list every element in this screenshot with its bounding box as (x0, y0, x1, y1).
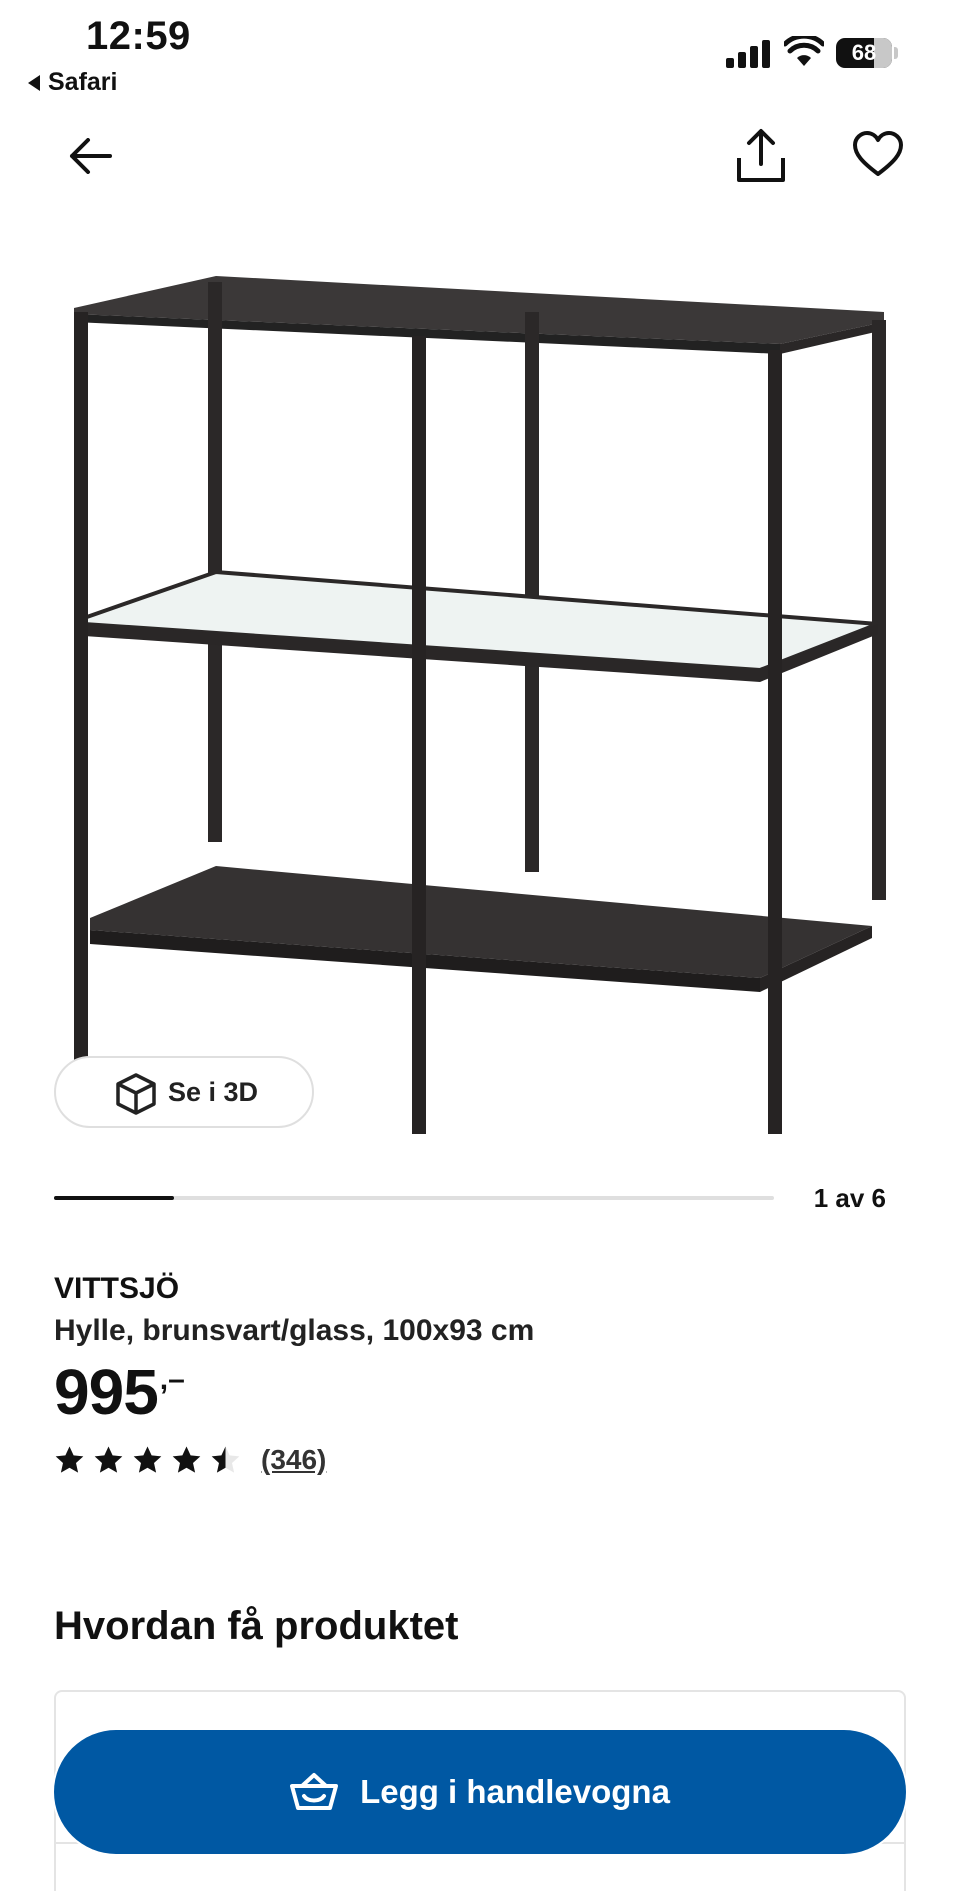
cube-3d-icon (116, 1073, 156, 1115)
back-to-app-link[interactable]: Safari (28, 68, 117, 97)
product-description: Hylle, brunsvart/glass, 100x93 cm (54, 1314, 535, 1347)
add-to-cart-label: Legg i handlevogna (360, 1773, 670, 1810)
status-time: 12:59 (86, 14, 191, 58)
rating-stars (54, 1445, 241, 1476)
section-title: Hvordan få produktet (54, 1604, 459, 1648)
status-bar: 12:59 Safari 68 (0, 0, 960, 100)
view-in-3d-button[interactable]: Se i 3D (54, 1056, 314, 1128)
product-rating[interactable]: (346) (54, 1440, 326, 1480)
battery-level-text: 68 (851, 40, 877, 65)
favorite-button[interactable] (852, 130, 904, 182)
review-count-link[interactable]: (346) (261, 1444, 326, 1476)
star-icon (133, 1446, 162, 1473)
gallery-counter: 1 av 6 (813, 1183, 886, 1213)
view-in-3d-label: Se i 3D (168, 1076, 259, 1107)
gallery-progress-fill (54, 1196, 174, 1200)
shopping-basket-icon (290, 1773, 339, 1810)
product-name: VITTSJÖ (54, 1272, 180, 1305)
back-button[interactable] (64, 130, 116, 182)
product-image[interactable] (60, 262, 900, 1134)
add-to-cart-button[interactable]: Legg i handlevogna (54, 1730, 906, 1854)
battery-indicator: 68 (836, 38, 898, 68)
gallery-progress-track (54, 1196, 774, 1200)
star-icon (55, 1446, 84, 1473)
back-app-label: Safari (48, 68, 118, 96)
star-icon (94, 1446, 123, 1473)
arrow-left-icon (70, 138, 112, 174)
star-icon (211, 1446, 240, 1473)
star-icon (172, 1446, 201, 1473)
cellular-signal-icon (726, 40, 770, 68)
back-triangle-icon (28, 74, 40, 91)
wifi-icon (784, 36, 824, 66)
price-amount: 995 (54, 1356, 159, 1428)
share-icon (737, 129, 785, 182)
share-button[interactable] (734, 128, 788, 184)
heart-icon (853, 131, 903, 176)
price-suffix: ,– (159, 1363, 185, 1396)
product-price: 995 ,– (54, 1356, 185, 1428)
